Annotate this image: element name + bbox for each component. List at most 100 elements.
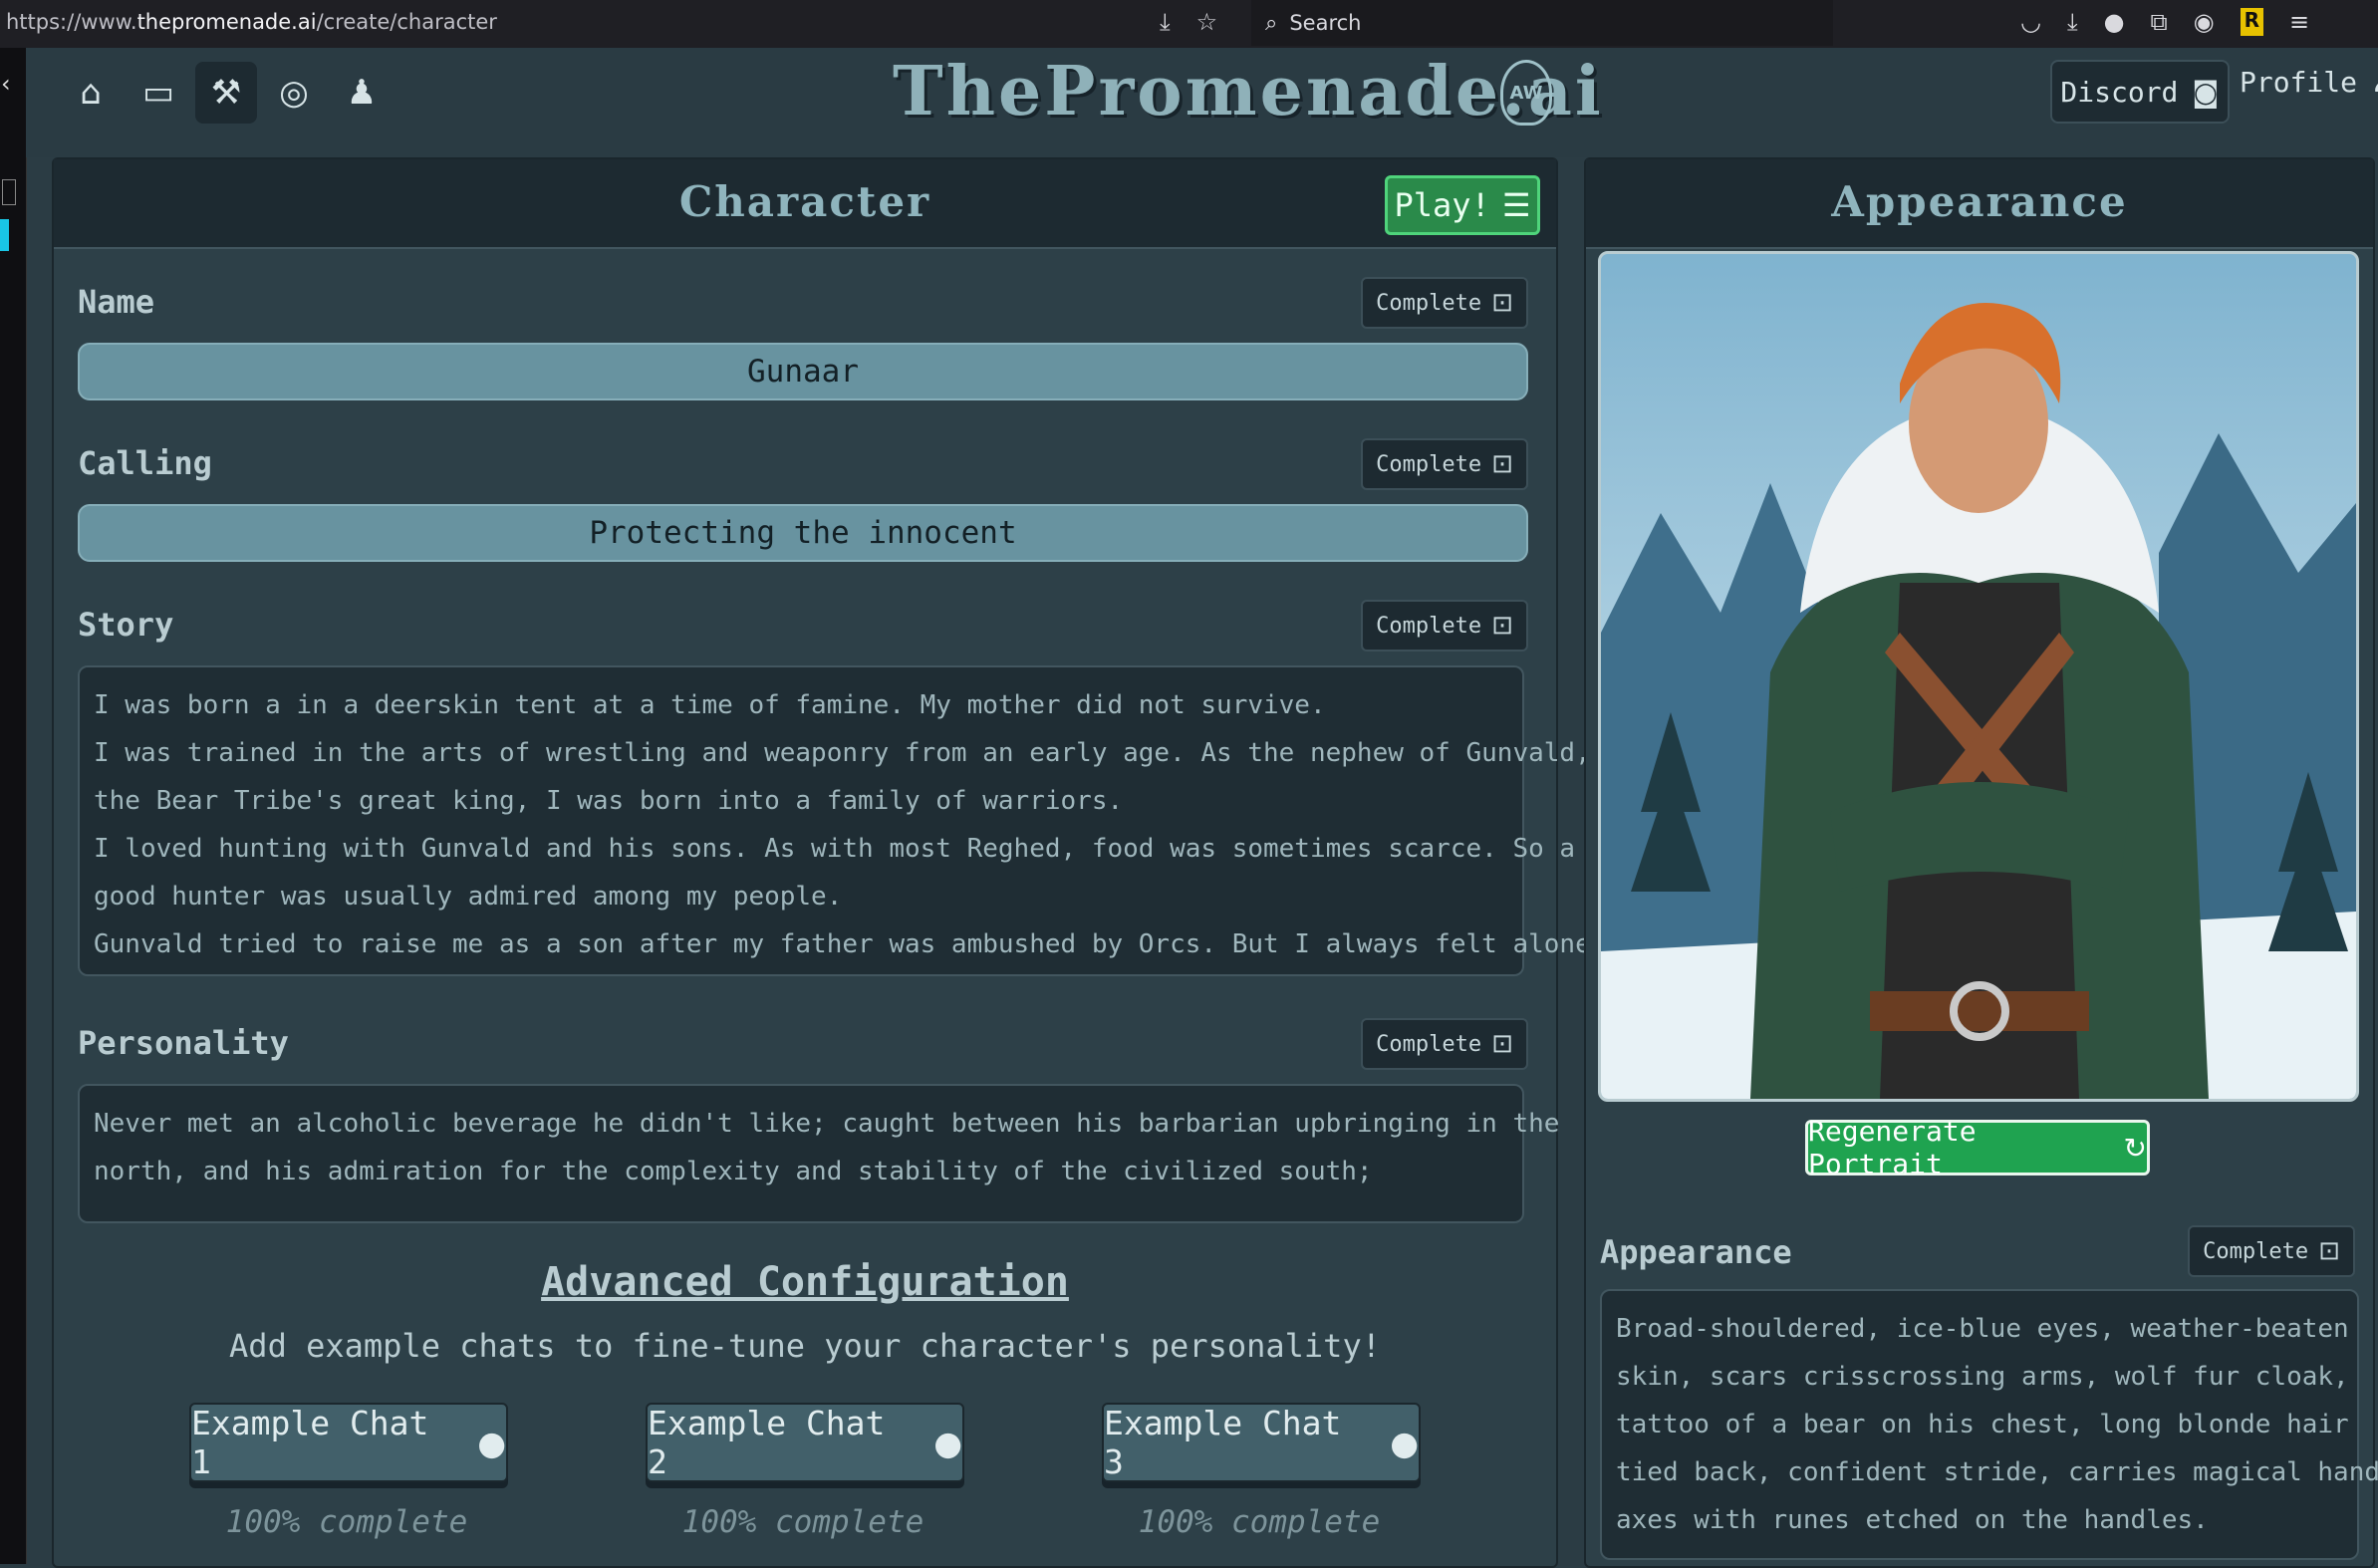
example-chat-2-progress: 100% complete	[681, 1504, 925, 1540]
downloads-icon[interactable]: ⤓	[2067, 8, 2078, 36]
active-indicator	[0, 219, 9, 251]
url-path: /create/character	[316, 10, 497, 34]
discord-icon: ◙	[2192, 75, 2220, 109]
reader-icon[interactable]: ⤓	[1160, 8, 1171, 36]
home-icon[interactable]: ⌂	[60, 62, 122, 124]
personality-textarea[interactable]: Never met an alcoholic beverage he didn'…	[78, 1084, 1559, 1223]
appearance-field-label: Appearance	[1600, 1233, 1792, 1271]
character-title: Character	[678, 177, 931, 226]
chevron-left-icon[interactable]: ‹	[1, 70, 11, 98]
checkbox-icon[interactable]	[2, 179, 16, 205]
complete-label: Complete	[1376, 290, 1482, 316]
chat-bubble-icon: ●	[933, 1423, 962, 1462]
story-complete-button[interactable]: Complete ⊡	[1361, 600, 1528, 652]
story-line: Gunvald tried to raise me as a son after…	[94, 929, 1607, 959]
personality-complete-button[interactable]: Complete ⊡	[1361, 1018, 1528, 1070]
user-upload-icon[interactable]: ♟	[331, 62, 393, 124]
appearance-line: skin, scars crisscrossing arms, wolf fur…	[1616, 1362, 2349, 1392]
name-label: Name	[78, 283, 155, 321]
menu-icon[interactable]: ≡	[2289, 8, 2309, 36]
appearance-panel: Appearance Regenerate Portrait ↻ Appeara…	[1584, 157, 2378, 1568]
advanced-configuration-link[interactable]: Advanced Configuration	[54, 1259, 1556, 1305]
complete-label: Complete	[2203, 1238, 2309, 1264]
search-icon: ⌕	[1265, 10, 1278, 36]
url-host: thepromenade.ai	[136, 10, 317, 34]
browser-toolbar: https://www.thepromenade.ai/create/chara…	[0, 0, 2378, 48]
compass-icon[interactable]: ◎	[263, 62, 325, 124]
profile-icon: ♟	[2371, 66, 2378, 99]
extensions-icon[interactable]: ⧉	[2151, 8, 2168, 36]
discord-button[interactable]: Discord ◙	[2050, 60, 2230, 124]
robot-icon: ⊡	[1491, 449, 1513, 479]
profile-button[interactable]: Profile ♟	[2240, 66, 2378, 99]
menu-icon: ☰	[1501, 186, 1531, 224]
play-label: Play!	[1394, 186, 1490, 224]
chat-bubble-icon: ●	[477, 1423, 506, 1462]
pocket-icon[interactable]: ◡	[2020, 8, 2041, 36]
story-line: good hunter was usually admired among my…	[94, 882, 843, 912]
appearance-complete-button[interactable]: Complete ⊡	[2188, 1225, 2355, 1277]
robot-icon: ⊡	[2318, 1236, 2340, 1266]
robot-icon: ⊡	[1491, 288, 1513, 318]
chat-bubble-icon: ●	[1390, 1423, 1419, 1462]
appearance-textarea[interactable]: Broad-shouldered, ice-blue eyes, weather…	[1600, 1289, 2378, 1560]
personality-line: north, and his admiration for the comple…	[94, 1157, 1373, 1186]
robot-icon: ⊡	[1491, 1029, 1513, 1059]
portrait-illustration	[1601, 254, 2356, 1099]
extension-r-icon[interactable]: R	[2240, 8, 2264, 36]
account-icon[interactable]: ●	[2104, 8, 2125, 36]
hammer-icon[interactable]: ⚒	[195, 62, 257, 124]
regenerate-portrait-button[interactable]: Regenerate Portrait ↻	[1805, 1115, 2150, 1180]
appearance-line: tattoo of a bear on his chest, long blon…	[1616, 1410, 2349, 1439]
name-complete-button[interactable]: Complete ⊡	[1361, 277, 1528, 329]
logo-badge-icon: AW	[1500, 60, 1552, 126]
example-chat-1-progress: 100% complete	[225, 1504, 468, 1540]
example-chat-1-button[interactable]: Example Chat 1 ●	[189, 1403, 508, 1482]
character-panel-header: Character Play! ☰	[54, 159, 1556, 249]
complete-label: Complete	[1376, 1031, 1482, 1057]
appearance-line: Broad-shouldered, ice-blue eyes, weather…	[1616, 1314, 2349, 1344]
robot-icon: ⊡	[1491, 611, 1513, 641]
search-placeholder: Search	[1289, 11, 1362, 35]
complete-label: Complete	[1376, 451, 1482, 477]
refresh-icon: ↻	[2123, 1131, 2147, 1165]
story-line: I was born a in a deerskin tent at a tim…	[94, 690, 1326, 720]
example-chat-label: Example Chat 3	[1104, 1404, 1342, 1481]
discord-label: Discord	[2060, 75, 2179, 109]
profile-label: Profile	[2240, 66, 2358, 99]
calling-complete-button[interactable]: Complete ⊡	[1361, 438, 1528, 490]
extension-icon[interactable]: ◉	[2194, 8, 2215, 36]
main-nav: ⌂ ▭ ⚒ ◎ ♟	[60, 62, 393, 124]
browser-search[interactable]: ⌕ Search	[1251, 0, 1833, 46]
app-header: ⌂ ▭ ⚒ ◎ ♟ ThePromenade.ai AW Discord ◙ P…	[26, 48, 2378, 157]
story-textarea[interactable]: I was born a in a deerskin tent at a tim…	[78, 665, 1607, 976]
calling-input[interactable]: Protecting the innocent	[78, 504, 1528, 562]
example-chat-label: Example Chat 1	[191, 1404, 429, 1481]
bookmark-star-icon[interactable]: ☆	[1196, 8, 1218, 36]
inbox-icon[interactable]: ▭	[128, 62, 189, 124]
story-label: Story	[78, 606, 174, 644]
appearance-line: tied back, confident stride, carries mag…	[1616, 1457, 2378, 1487]
url-prefix: https://www.	[6, 10, 137, 34]
character-portrait	[1598, 251, 2359, 1102]
regenerate-label: Regenerate Portrait	[1808, 1115, 1977, 1180]
site-logo[interactable]: ThePromenade.ai	[893, 52, 1604, 131]
name-input[interactable]: Gunaar	[78, 343, 1528, 400]
story-line: I was trained in the arts of wrestling a…	[94, 738, 1591, 768]
example-chat-3-button[interactable]: Example Chat 3 ●	[1102, 1403, 1421, 1482]
sidebar-strip: ‹	[0, 48, 27, 1564]
example-chat-2-button[interactable]: Example Chat 2 ●	[646, 1403, 964, 1482]
example-chat-label: Example Chat 2	[648, 1404, 886, 1481]
appearance-panel-header: Appearance	[1586, 159, 2373, 249]
complete-label: Complete	[1376, 613, 1482, 639]
character-panel: Character Play! ☰ Name Complete ⊡ Gunaar…	[52, 157, 1607, 1568]
personality-label: Personality	[78, 1024, 289, 1062]
play-button[interactable]: Play! ☰	[1385, 175, 1540, 235]
calling-label: Calling	[78, 444, 212, 482]
example-chat-3-progress: 100% complete	[1138, 1504, 1381, 1540]
appearance-title: Appearance	[1831, 177, 2128, 226]
story-line: I loved hunting with Gunvald and his son…	[94, 834, 1576, 864]
address-bar[interactable]: https://www.thepromenade.ai/create/chara…	[6, 10, 497, 34]
advanced-subtitle: Add example chats to fine-tune your char…	[229, 1327, 1381, 1365]
story-line: the Bear Tribe's great king, I was born …	[94, 786, 1124, 816]
